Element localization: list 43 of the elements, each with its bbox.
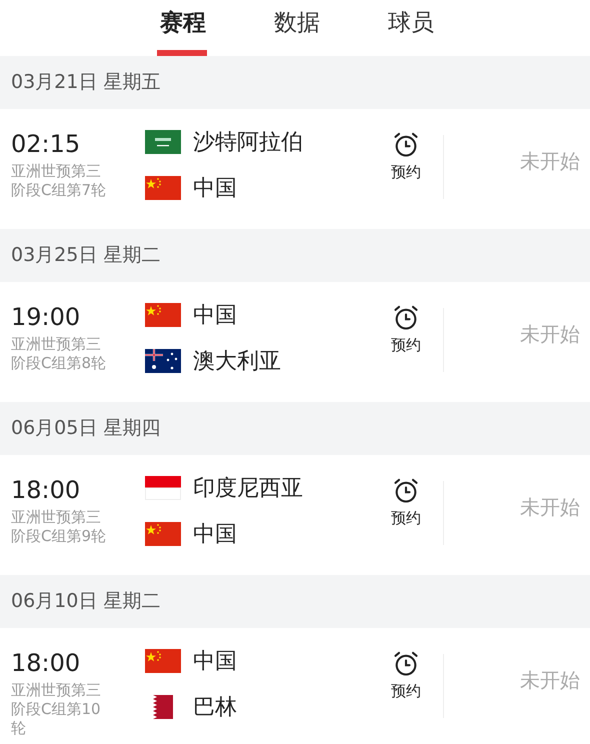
match-status: 未开始 (520, 148, 580, 175)
competition-name: 亚洲世预第三阶段C组第7轮 (11, 162, 108, 200)
tab[interactable]: 数据 (265, 0, 329, 56)
date-header: 03月25日 星期二 (0, 229, 590, 282)
date-header: 06月05日 星期四 (0, 402, 590, 455)
flag-icon (145, 130, 181, 154)
team-name: 巴林 (193, 694, 237, 722)
flag-icon (145, 176, 181, 200)
reminder-button[interactable]: 预约 (381, 131, 431, 184)
match-time: 02:15 (11, 129, 82, 160)
date-header: 03月21日 星期五 (0, 56, 590, 109)
match-time: 19:00 (11, 302, 82, 333)
team-name: 印度尼西亚 (193, 474, 303, 502)
match-status: 未开始 (520, 667, 580, 694)
reminder-button[interactable]: 预约 (381, 477, 431, 530)
tab[interactable]: 球员 (379, 0, 443, 56)
alarm-clock-icon (392, 304, 420, 332)
alarm-clock-icon (392, 131, 420, 159)
competition-name: 亚洲世预第三阶段C组第9轮 (11, 508, 108, 546)
competition-name: 亚洲世预第三阶段C组第10轮 (11, 681, 102, 738)
team-name: 沙特阿拉伯 (193, 128, 303, 156)
team-name: 澳大利亚 (193, 348, 281, 376)
match-status: 未开始 (520, 494, 580, 521)
alarm-clock-icon (392, 477, 420, 505)
flag-icon (145, 649, 181, 673)
match-time: 18:00 (11, 475, 82, 506)
date-header: 06月10日 星期二 (0, 575, 590, 628)
competition-name: 亚洲世预第三阶段C组第8轮 (11, 335, 108, 373)
alarm-clock-icon (392, 650, 420, 678)
reminder-button[interactable]: 预约 (381, 304, 431, 356)
tab[interactable]: 赛程 (151, 0, 215, 56)
flag-icon (145, 476, 181, 500)
flag-icon (145, 303, 181, 327)
reminder-button[interactable]: 预约 (381, 650, 431, 702)
match-status: 未开始 (520, 321, 580, 348)
match-time: 18:00 (11, 648, 82, 679)
team-name: 中国 (193, 174, 237, 202)
flag-icon (145, 522, 181, 546)
team-name: 中国 (193, 520, 237, 548)
tab-indicator (157, 50, 207, 56)
team-name: 中国 (193, 302, 237, 330)
team-name: 中国 (193, 648, 237, 676)
flag-icon (145, 349, 181, 373)
